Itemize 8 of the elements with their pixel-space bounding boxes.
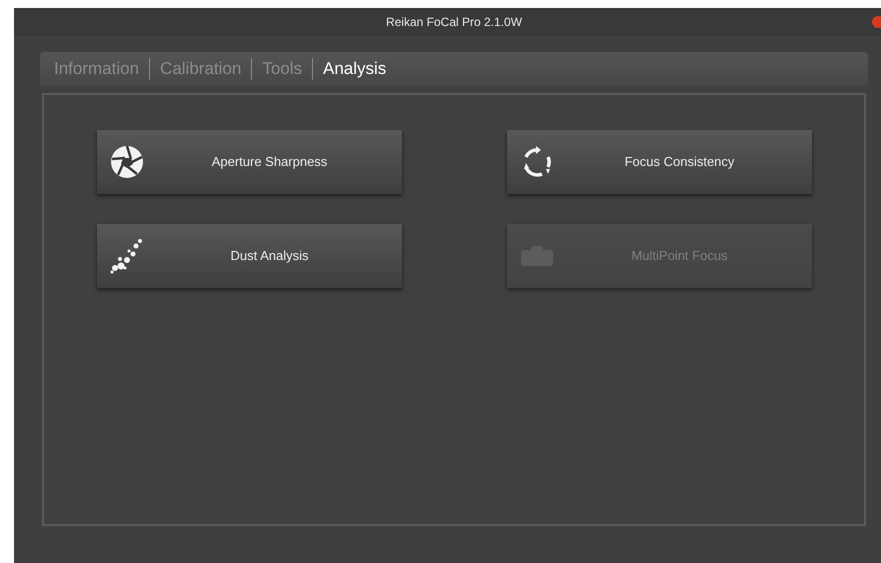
analysis-button[interactable]: Aperture Sharpness: [97, 130, 402, 194]
close-button[interactable]: [872, 16, 881, 28]
aperture-icon: [110, 145, 144, 179]
tab[interactable]: Analysis: [323, 56, 386, 82]
dust-particles-icon: [109, 238, 145, 274]
analysis-button[interactable]: Dust Analysis: [97, 224, 402, 288]
window-title: Reikan FoCal Pro 2.1.0W: [386, 14, 522, 31]
analysis-button[interactable]: Focus Consistency: [507, 130, 812, 194]
